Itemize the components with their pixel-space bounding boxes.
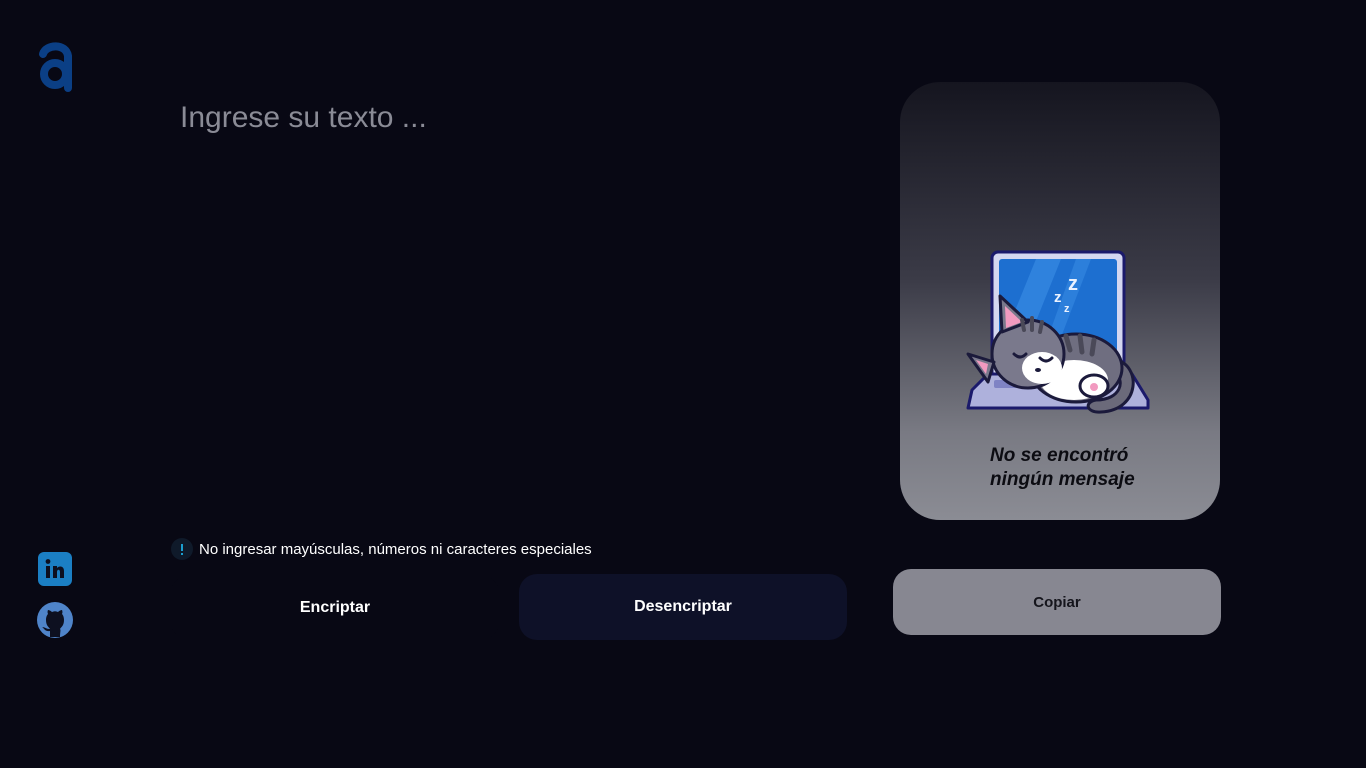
letter-a-logo-icon	[39, 42, 72, 92]
github-icon[interactable]	[36, 601, 74, 639]
no-message-line1: No se encontró	[990, 445, 1129, 466]
svg-text:z: z	[1068, 273, 1078, 295]
no-message-line2: ningún mensaje	[990, 469, 1135, 490]
copy-button[interactable]: Copiar	[893, 569, 1221, 635]
message-input[interactable]	[170, 92, 870, 512]
input-hint: No ingresar mayúsculas, números ni carac…	[171, 538, 592, 560]
svg-text:z: z	[1054, 289, 1062, 306]
no-message-text: No se encontró ningún mensaje	[990, 444, 1180, 492]
info-exclamation-icon	[171, 538, 193, 560]
encrypt-button[interactable]: Encriptar	[171, 575, 499, 640]
app-page: No ingresar mayúsculas, números ni carac…	[0, 0, 1366, 768]
result-panel: z z z No se encontró ningún mensaje	[900, 82, 1220, 520]
sleeping-cat-laptop-icon: z z z	[966, 250, 1150, 414]
input-hint-text: No ingresar mayúsculas, números ni carac…	[199, 540, 592, 558]
linkedin-icon[interactable]	[36, 550, 74, 588]
svg-text:z: z	[1064, 303, 1070, 315]
decrypt-button[interactable]: Desencriptar	[519, 574, 847, 640]
